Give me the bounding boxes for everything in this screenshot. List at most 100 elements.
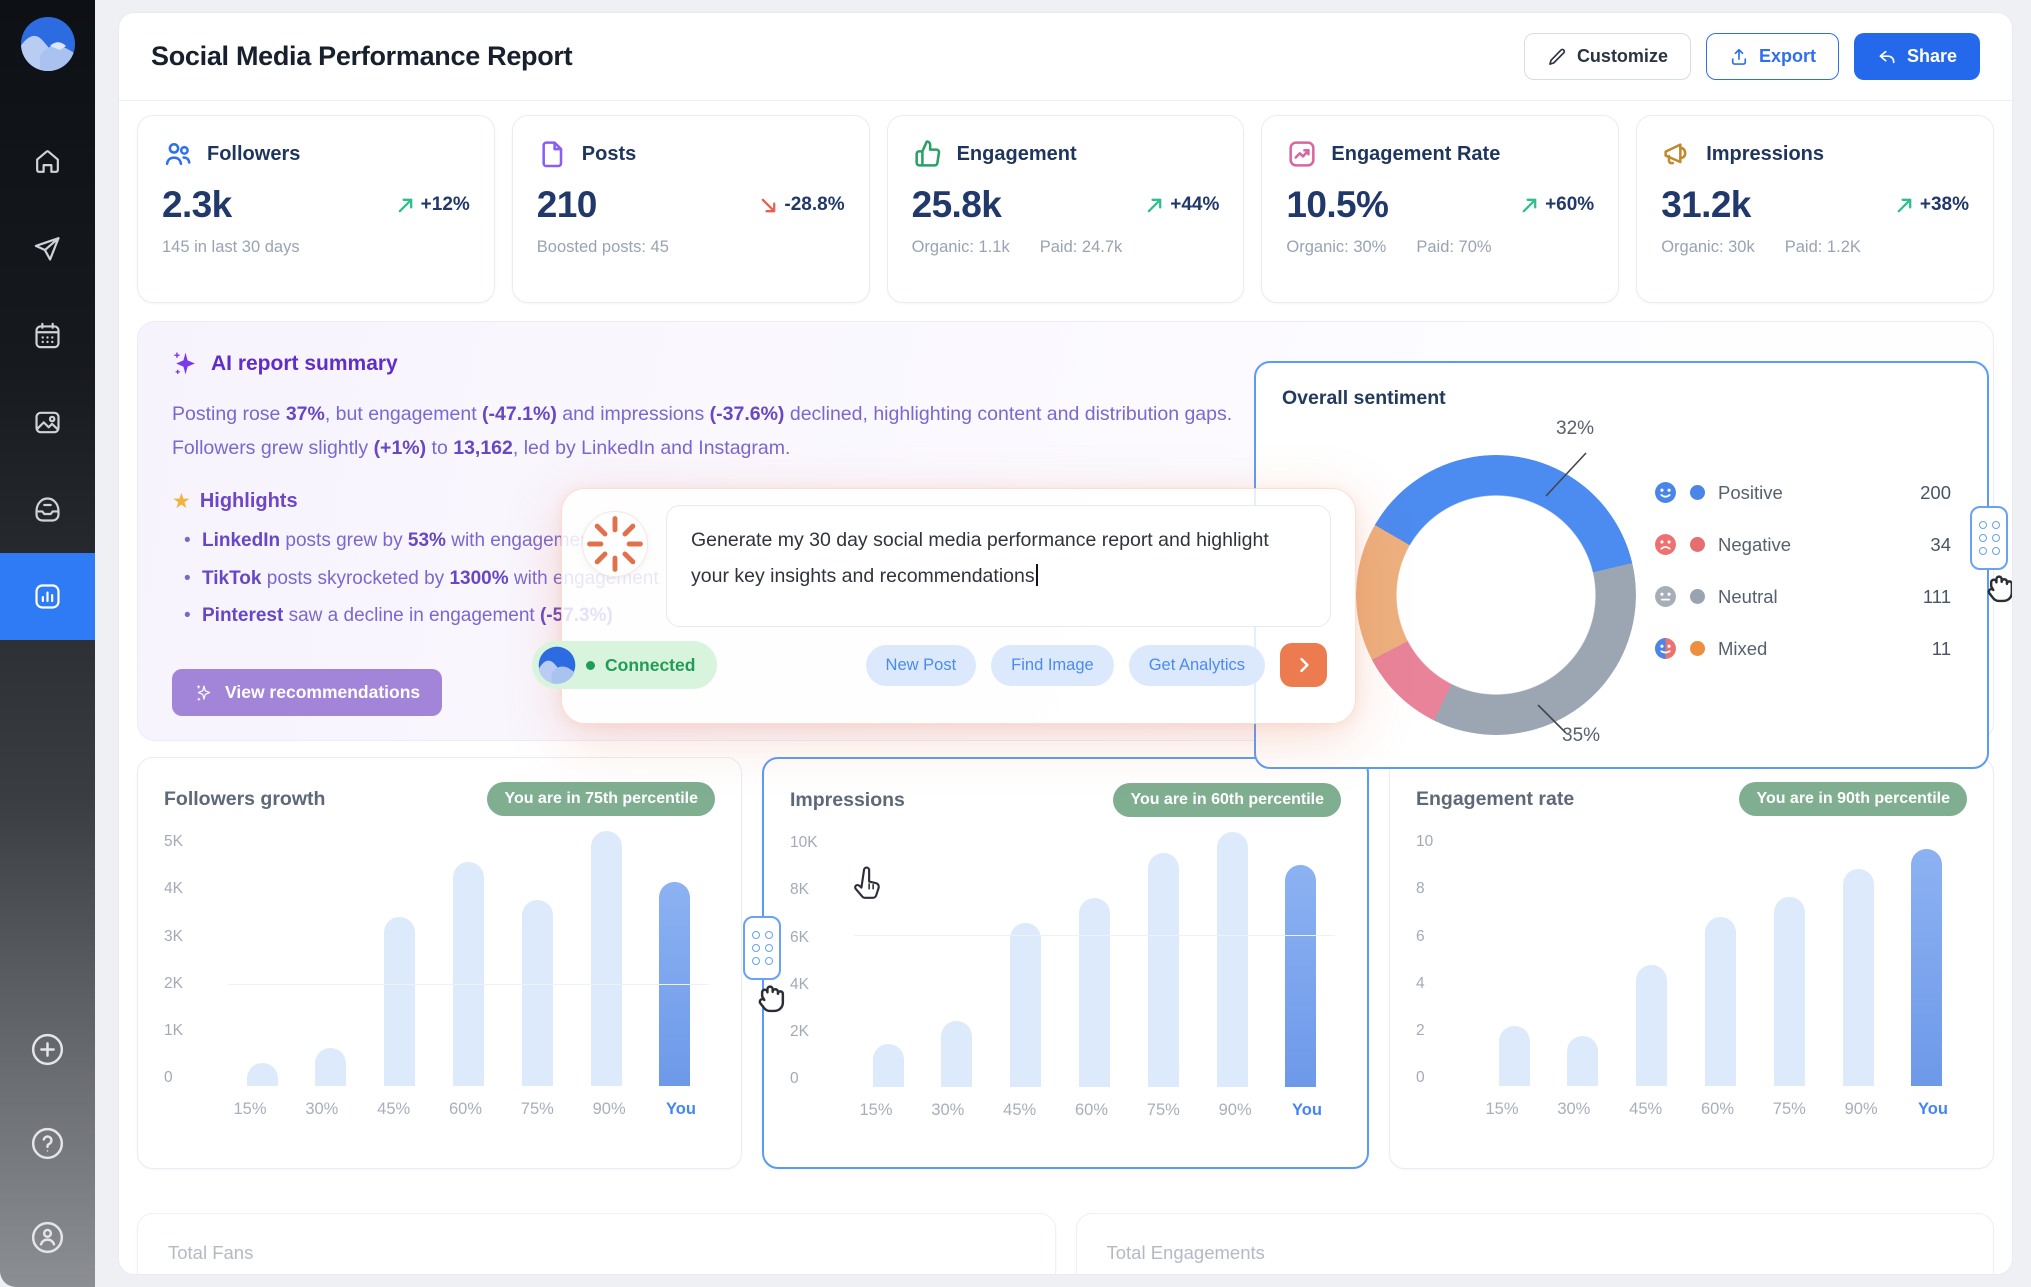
question-circle-icon <box>29 1125 66 1162</box>
legend-label: Neutral <box>1718 586 1778 608</box>
sidebar-item-media[interactable] <box>0 379 95 466</box>
bar-you <box>1285 865 1316 1087</box>
new-post-chip[interactable]: New Post <box>866 645 977 686</box>
x-tick-label: 15% <box>230 1100 270 1119</box>
legend-value: 11 <box>1932 638 1951 660</box>
legend-dot <box>1690 537 1705 552</box>
y-tick-label: 0 <box>164 1070 216 1086</box>
send-button[interactable] <box>1280 643 1327 687</box>
chart-title: Followers growth <box>164 788 325 811</box>
pencil-icon <box>1547 47 1567 67</box>
y-tick-label: 6K <box>790 930 842 946</box>
chevron-right-icon <box>1294 655 1314 675</box>
x-tick-label: 15% <box>1482 1100 1522 1119</box>
share-button[interactable]: Share <box>1854 33 1980 80</box>
kpi-delta: +38% <box>1895 194 1969 216</box>
y-tick-label: 4K <box>164 881 216 897</box>
bar-you <box>1911 849 1942 1086</box>
ai-summary-title: AI report summary <box>211 352 398 376</box>
drag-handle[interactable] <box>1970 506 2008 570</box>
sidebar-item-analytics[interactable] <box>0 553 95 640</box>
sidebar-item-publish[interactable] <box>0 205 95 292</box>
posts-icon <box>537 138 569 170</box>
export-button[interactable]: Export <box>1706 33 1839 80</box>
upload-icon <box>1729 47 1749 67</box>
gridline <box>854 935 1335 936</box>
percentile-charts-row: Followers growth You are in 75th percent… <box>137 757 1994 1169</box>
get-analytics-chip[interactable]: Get Analytics <box>1129 645 1265 686</box>
kpi-delta: +44% <box>1145 194 1219 216</box>
impressions-chart-card: Impressions You are in 60th percentile 1… <box>762 757 1369 1169</box>
sentiment-donut-chart <box>1356 455 1636 735</box>
y-tick-label: 8 <box>1416 881 1468 897</box>
megaphone-icon <box>1661 138 1693 170</box>
kpi-value: 2.3k <box>162 184 232 226</box>
main-panel: Social Media Performance Report Customiz… <box>118 12 2013 1275</box>
negative-face-icon <box>1654 533 1677 556</box>
sparkle-icon <box>194 683 214 703</box>
engagement-rate-chart-card: Engagement rate You are in 90th percenti… <box>1389 757 1994 1169</box>
x-tick-label: 45% <box>1000 1101 1040 1120</box>
kpi-delta: +60% <box>1520 194 1594 216</box>
ai-prompt-overlay: Generate my 30 day social media performa… <box>561 488 1356 724</box>
kpi-card-engagement: Engagement 25.8k +44% Organic: 1.1kPaid:… <box>887 115 1245 303</box>
kpi-label: Posts <box>582 143 636 166</box>
donut-callout-bottom: 35% <box>1562 725 1600 747</box>
sidebar-item-help[interactable] <box>29 1125 66 1167</box>
app-root: Social Media Performance Report Customiz… <box>0 0 2031 1287</box>
status-dot <box>586 661 595 670</box>
bar <box>453 862 484 1086</box>
legend-dot <box>1690 589 1705 604</box>
customize-button[interactable]: Customize <box>1524 33 1691 80</box>
legend-value: 200 <box>1920 482 1951 504</box>
x-tick-label: You <box>1913 1100 1953 1119</box>
positive-face-icon <box>1654 481 1677 504</box>
bars <box>1480 834 1961 1086</box>
connected-status: Connected <box>532 641 717 689</box>
x-tick-label: 75% <box>517 1100 557 1119</box>
text-caret <box>1036 564 1038 586</box>
legend-row-positive: Positive 200 <box>1654 481 1951 504</box>
sidebar-item-inbox[interactable] <box>0 466 95 553</box>
starburst-icon <box>583 512 647 576</box>
gridline <box>228 984 709 985</box>
sidebar-item-account[interactable] <box>29 1219 66 1261</box>
prompt-text-line2: your key insights and recommendations <box>691 565 1035 587</box>
image-icon <box>32 407 63 438</box>
legend-dot <box>1690 641 1705 656</box>
trend-up-icon <box>1520 196 1539 215</box>
followers-growth-chart-card: Followers growth You are in 75th percent… <box>137 757 742 1169</box>
y-tick-label: 4 <box>1416 976 1468 992</box>
kpi-delta: +12% <box>396 194 470 216</box>
y-tick-label: 10 <box>1416 834 1468 850</box>
bottom-cards-row: Total Fans Total Engagements <box>137 1213 1994 1275</box>
y-tick-label: 0 <box>1416 1070 1468 1086</box>
sidebar-item-home[interactable] <box>0 118 95 205</box>
inbox-icon <box>32 494 63 525</box>
legend-value: 34 <box>1930 534 1951 556</box>
y-tick-label: 1K <box>164 1023 216 1039</box>
sidebar-item-calendar[interactable] <box>0 292 95 379</box>
sidebar-item-add[interactable] <box>29 1031 66 1073</box>
bars <box>854 835 1335 1087</box>
neutral-face-icon <box>1654 585 1677 608</box>
app-logo[interactable] <box>20 16 76 72</box>
y-axis: 10K8K6K4K2K0 <box>790 835 842 1087</box>
drag-handle[interactable] <box>743 916 781 980</box>
legend-dot <box>1690 485 1705 500</box>
plot-area <box>842 835 1341 1087</box>
sentiment-title: Overall sentiment <box>1282 387 1961 410</box>
ai-sparkle-icon <box>172 350 199 377</box>
x-tick-label: 60% <box>1697 1100 1737 1119</box>
bar <box>1148 853 1179 1087</box>
trend-up-icon <box>396 196 415 215</box>
page-title: Social Media Performance Report <box>151 41 572 72</box>
bar <box>522 900 553 1086</box>
find-image-chip[interactable]: Find Image <box>991 645 1114 686</box>
view-recommendations-button[interactable]: View recommendations <box>172 669 442 716</box>
chart-up-icon <box>1286 138 1318 170</box>
plot-area <box>216 834 715 1086</box>
trend-up-icon <box>1895 196 1914 215</box>
kpi-subtext: Organic: 30%Paid: 70% <box>1286 238 1594 257</box>
prompt-input[interactable]: Generate my 30 day social media performa… <box>666 505 1331 627</box>
